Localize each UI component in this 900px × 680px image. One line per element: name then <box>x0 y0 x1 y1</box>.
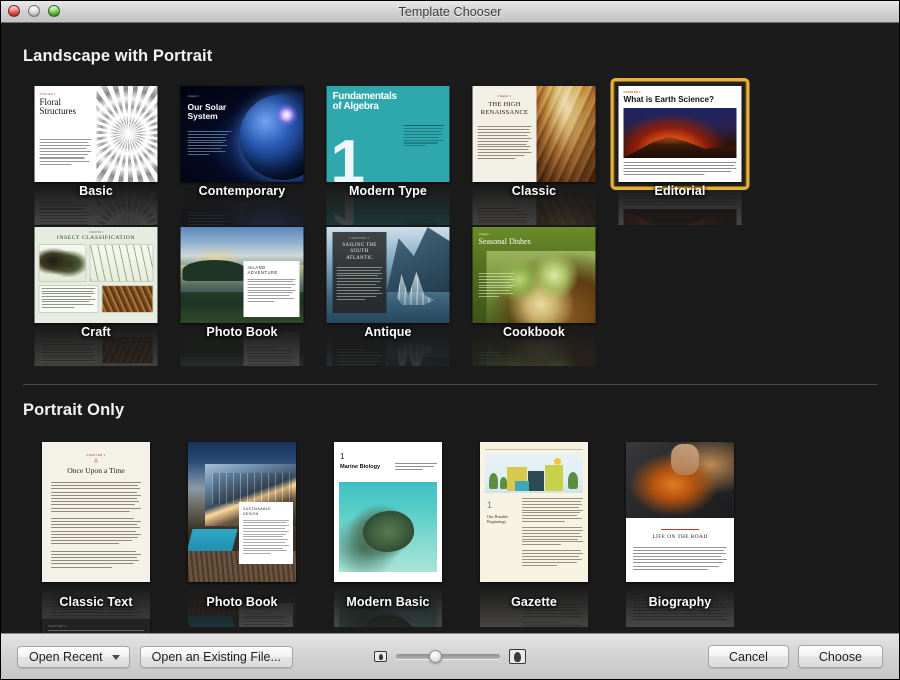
template-card-charcoal[interactable]: CHAPTER 1A Perfect Evening in ParisCHAPT… <box>23 611 169 633</box>
template-thumbnail[interactable]: CHAPTER 1 SAILING THE SOUTH ATLANTIC <box>326 227 450 323</box>
template-label: Contemporary <box>198 184 286 198</box>
thumbnail-frame: LIFE ON THE ROAD <box>618 434 742 590</box>
template-scroll-area[interactable]: Landscape with Portrait CHAPTER 1 Floral S… <box>1 23 899 633</box>
template-label: Antique <box>364 325 412 339</box>
chevron-down-icon <box>111 654 120 660</box>
thumbnail-frame: 1 Marine Biology <box>326 434 450 590</box>
thumbnail-frame: Chapter 1 Seasonal Dishes <box>465 219 604 331</box>
template-card-craft[interactable]: · CHAPTER 1 ·INSECT CLASSIFICATION· CHAP… <box>23 219 169 366</box>
template-label: Gazette <box>511 595 557 609</box>
open-existing-file-button[interactable]: Open an Existing File... <box>139 645 293 668</box>
thumbnail-frame: Chapter 1 THE HIGH RENAISSANCE <box>465 78 604 190</box>
thumbnail-frame: · CHAPTER 1 · INSECT CLASSIFICATION <box>27 219 166 331</box>
template-card-modern-basic[interactable]: 1Marine Biology1Marine BiologyModern Bas… <box>315 434 461 627</box>
template-label: Craft <box>81 325 111 339</box>
template-card-classic-text[interactable]: CHAPTER 1⁂Once Upon a TimeCHAPTER 1⁂Once… <box>23 434 169 627</box>
template-grid-portrait-only: CHAPTER 1⁂Once Upon a TimeCHAPTER 1⁂Once… <box>23 434 877 633</box>
cancel-label: Cancel <box>728 649 768 664</box>
template-card-editorial[interactable]: CHAPTER 1What is Earth Science?CHAPTER 1… <box>607 78 753 225</box>
template-thumbnail[interactable]: ISLAND ADVENTURE <box>180 227 304 323</box>
window-title: Template Chooser <box>398 4 502 19</box>
template-thumbnail[interactable]: 1 Marine Biology <box>334 442 442 582</box>
template-thumbnail[interactable]: CHAPTER 1A Perfect Evening in Paris <box>42 619 150 633</box>
template-label: Editorial <box>654 184 706 198</box>
choose-button[interactable]: Choose <box>797 645 883 668</box>
template-label: Cookbook <box>503 325 565 339</box>
template-thumbnail[interactable]: CHAPTER 1 What is Earth Science? <box>618 86 742 182</box>
section-title-portrait-only: Portrait Only <box>23 401 125 419</box>
template-thumbnail[interactable]: Chapter 1 Our Solar System <box>180 86 304 182</box>
thumbnail-frame: 1 Our Humble Beginnings <box>472 434 596 590</box>
thumbnail-size-slider-knob[interactable] <box>429 650 443 663</box>
thumbnail-size-control <box>374 649 526 664</box>
template-thumbnail[interactable]: LIFE ON THE ROAD <box>626 442 734 582</box>
template-card-basic[interactable]: CHAPTER 1FloralStructuresCHAPTER 1Floral… <box>23 78 169 225</box>
template-card-photo-book[interactable]: SUSTAINABLEDESIGNSUSTAINABLEDESIGNPhoto … <box>169 434 315 627</box>
template-label: Classic Text <box>59 595 133 609</box>
thumbnail-frame: Chapter 1 Our Solar System <box>173 78 312 190</box>
close-button-icon[interactable] <box>8 5 20 17</box>
window-titlebar: Template Chooser <box>1 1 899 23</box>
section-divider <box>23 384 877 385</box>
template-label: Modern Type <box>349 184 427 198</box>
template-card-classic[interactable]: Chapter 1THE HIGHRENAISSANCEChapter 1THE… <box>461 78 607 225</box>
zoom-button-icon[interactable] <box>48 5 60 17</box>
template-thumbnail[interactable]: · CHAPTER 1 · INSECT CLASSIFICATION <box>34 227 158 323</box>
cancel-button[interactable]: Cancel <box>707 645 789 668</box>
template-label: Photo Book <box>206 325 278 339</box>
template-card-cookbook[interactable]: Chapter 1Seasonal DishesChapter 1Seasona… <box>461 219 607 366</box>
open-recent-button[interactable]: Open Recent <box>17 645 130 668</box>
template-thumbnail[interactable]: CHAPTER 1 Floral Structures <box>34 86 158 182</box>
template-label: Classic <box>511 184 557 198</box>
template-thumbnail[interactable]: 1 Our Humble Beginnings <box>480 442 588 582</box>
template-label: Modern Basic <box>346 595 430 609</box>
thumbnail-frame: Fundamentals of Algebra 1 <box>319 78 458 190</box>
bottom-toolbar: Open Recent Open an Existing File... Can… <box>1 633 899 679</box>
template-card-contemporary[interactable]: Chapter 1Our SolarSystemChapter 1Our Sol… <box>169 78 315 225</box>
template-thumbnail[interactable]: CHAPTER 1 ⁂ Once Upon a Time <box>42 442 150 582</box>
template-label: Biography <box>648 595 712 609</box>
thumbnail-frame: CHAPTER 1 ⁂ Once Upon a Time <box>34 434 158 590</box>
thumbnail-frame: CHAPTER 1 Floral Structures <box>27 78 166 190</box>
template-card-gazette[interactable]: 1Our HumbleBeginnings1Our HumbleBeginnin… <box>461 434 607 627</box>
choose-label: Choose <box>818 649 862 664</box>
template-chooser-window: Template Chooser Landscape with Portrait… <box>0 0 900 680</box>
template-thumbnail[interactable]: SUSTAINABLE DESIGN <box>188 442 296 582</box>
thumbnail-frame: ISLAND ADVENTURE <box>173 219 312 331</box>
thumbnail-frame: CHAPTER 1 SAILING THE SOUTH ATLANTIC <box>319 219 458 331</box>
template-card-photo-book[interactable]: ISLANDADVENTUREISLANDADVENTUREPhoto Book <box>169 219 315 366</box>
template-card-antique[interactable]: CHAPTER 1SAILING THESOUTH ATLANTICCHAPTE… <box>315 219 461 366</box>
template-thumbnail[interactable]: Fundamentals of Algebra 1 <box>326 86 450 182</box>
template-thumbnail[interactable]: Chapter 1 THE HIGH RENAISSANCE <box>472 86 596 182</box>
thumbnail-frame: CHAPTER 1 What is Earth Science? <box>610 78 750 190</box>
template-label: Basic <box>79 184 113 198</box>
template-card-biography[interactable]: LIFE ON THE ROADLIFE ON THE ROADBiograph… <box>607 434 753 627</box>
window-controls <box>8 5 60 17</box>
template-card-modern-type[interactable]: Fundamentalsof Algebra1Fundamentalsof Al… <box>315 78 461 225</box>
template-label: Photo Book <box>206 595 278 609</box>
thumbnail-frame: SUSTAINABLE DESIGN <box>180 434 304 590</box>
large-thumbnail-icon[interactable] <box>509 649 526 664</box>
minimize-button-icon[interactable] <box>28 5 40 17</box>
thumbnail-size-slider[interactable] <box>396 650 500 663</box>
template-grid-landscape-with-portrait: CHAPTER 1FloralStructuresCHAPTER 1Floral… <box>23 78 877 366</box>
small-thumbnail-icon[interactable] <box>374 651 387 662</box>
dialog-action-buttons: Cancel Choose <box>707 645 883 668</box>
template-thumbnail[interactable]: Chapter 1 Seasonal Dishes <box>472 227 596 323</box>
thumbnail-frame: CHAPTER 1A Perfect Evening in Paris <box>34 611 158 633</box>
open-recent-label: Open Recent <box>29 649 103 664</box>
section-title-landscape-with-portrait: Landscape with Portrait <box>23 47 213 65</box>
open-existing-file-label: Open an Existing File... <box>151 649 281 664</box>
